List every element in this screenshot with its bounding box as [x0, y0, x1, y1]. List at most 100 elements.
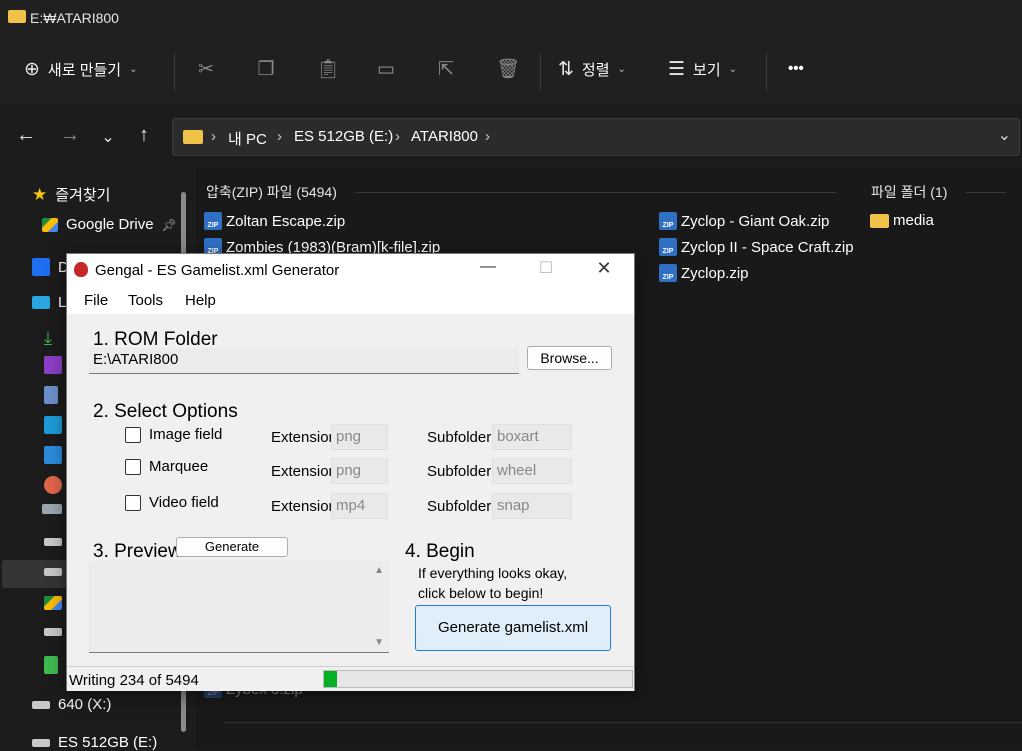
- folder-icon: [870, 213, 889, 228]
- folder-name: media: [893, 212, 934, 229]
- breadcrumb-item[interactable]: ES 512GB (E:): [294, 128, 393, 145]
- menu-file[interactable]: File: [84, 292, 108, 309]
- sidebar-item-label: 즐겨찾기: [55, 187, 111, 204]
- video-extension-input[interactable]: mp4: [331, 493, 388, 519]
- marquee-subfolder-input[interactable]: wheel: [492, 458, 572, 484]
- sidebar-item-label: 640 (X:): [58, 696, 112, 713]
- breadcrumb-chevron-icon: ›: [485, 128, 490, 145]
- forward-arrow-icon[interactable]: →: [58, 124, 82, 147]
- progress-bar: [323, 670, 633, 688]
- usb-drive-icon: [44, 656, 58, 674]
- status-bar: Writing 234 of 5494: [67, 666, 634, 691]
- copy-icon[interactable]: ❐: [256, 60, 276, 80]
- rename-icon[interactable]: ▭: [376, 60, 396, 80]
- documents-icon: [44, 386, 58, 404]
- file-name: Zyclop II - Space Craft.zip: [681, 238, 854, 256]
- generate-gamelist-button[interactable]: Generate gamelist.xml: [415, 605, 611, 651]
- drive-icon: [32, 700, 50, 709]
- checkbox-label: Video field: [149, 494, 219, 511]
- gengal-title-bar[interactable]: Gengal - ES Gamelist.xml Generator — ☐ ✕: [67, 254, 634, 286]
- sidebar-item-dropbox[interactable]: D: [32, 258, 69, 276]
- downloads-icon[interactable]: ⤓: [44, 328, 52, 349]
- close-icon[interactable]: ✕: [581, 258, 627, 279]
- checkbox-box[interactable]: [125, 458, 141, 475]
- up-arrow-icon[interactable]: ↑: [132, 124, 156, 147]
- checkbox-box[interactable]: [125, 426, 141, 443]
- options-heading: 2. Select Options: [93, 401, 238, 422]
- extension-label: Extension: [271, 498, 337, 515]
- breadcrumb-item[interactable]: ATARI800: [411, 128, 478, 145]
- pictures-icon: [44, 446, 62, 464]
- scroll-up-icon[interactable]: ▲: [374, 565, 384, 576]
- sidebar-item-drive-es[interactable]: ES 512GB (E:): [32, 734, 157, 751]
- gengal-menu-bar: File Tools Help: [67, 286, 634, 314]
- sidebar-item-google-drive[interactable]: Google Drive 📌︎: [42, 216, 177, 233]
- sidebar-item-desktop[interactable]: [44, 416, 62, 434]
- sidebar-item-drive[interactable]: [44, 628, 62, 636]
- file-item[interactable]: ZIP Zyclop.zip: [659, 264, 749, 282]
- folder-item[interactable]: media: [870, 212, 934, 229]
- preview-textbox[interactable]: ▲ ▼: [89, 561, 389, 653]
- share-icon[interactable]: ⇱: [436, 60, 456, 80]
- file-item[interactable]: ZIP Zoltan Escape.zip: [204, 212, 345, 230]
- explorer-title-bar: E:₩ATARI800: [0, 0, 1022, 38]
- breadcrumb-item[interactable]: 내 PC: [228, 128, 267, 149]
- generate-preview-button[interactable]: Generate: [176, 537, 288, 557]
- delete-icon[interactable]: 🗑︎: [496, 60, 520, 80]
- sidebar-item-google-drive-2[interactable]: [44, 596, 62, 610]
- checkbox-label: Marquee: [149, 458, 209, 475]
- checkbox-box[interactable]: [125, 494, 141, 511]
- begin-heading: 4. Begin: [405, 541, 475, 562]
- sidebar-item-documents[interactable]: [44, 386, 58, 404]
- cut-icon[interactable]: ✂: [196, 60, 216, 80]
- command-bar: ⊕ 새로 만들기 ⌄ ✂ ❐ 📋︎ ▭ ⇱ 🗑︎ ⇅ 정렬 ⌄ ☰ 보기 ⌄ •…: [0, 38, 1022, 105]
- folder-icon: [183, 130, 203, 144]
- zip-file-icon: ZIP: [204, 212, 222, 230]
- sidebar-item-music[interactable]: [44, 476, 62, 494]
- plus-circle-icon: ⊕: [24, 59, 40, 80]
- sidebar-item-favorites[interactable]: ★ 즐겨찾기: [32, 184, 110, 205]
- image-field-checkbox[interactable]: Image field: [125, 426, 222, 443]
- menu-help[interactable]: Help: [185, 292, 216, 309]
- sidebar-item-pictures[interactable]: [44, 446, 62, 464]
- group-header-zip[interactable]: 압축(ZIP) 파일 (5494): [206, 182, 337, 202]
- file-item[interactable]: ZIP Zyclop II - Space Craft.zip: [659, 238, 854, 256]
- video-subfolder-input[interactable]: snap: [492, 493, 572, 519]
- new-button[interactable]: ⊕ 새로 만들기 ⌄: [24, 58, 137, 81]
- sidebar-item-drive[interactable]: [42, 504, 62, 514]
- videos-icon: [44, 356, 62, 374]
- marquee-checkbox[interactable]: Marquee: [125, 458, 208, 475]
- sort-button[interactable]: ⇅ 정렬 ⌄: [558, 58, 626, 81]
- recent-chevron-icon[interactable]: ⌄: [96, 127, 120, 147]
- menu-tools[interactable]: Tools: [128, 292, 163, 309]
- rom-folder-input[interactable]: E:\ATARI800: [89, 348, 519, 374]
- sidebar-item-drive[interactable]: [44, 538, 62, 546]
- browse-button[interactable]: Browse...: [527, 346, 612, 370]
- window-title: E:₩ATARI800: [30, 10, 119, 26]
- video-field-checkbox[interactable]: Video field: [125, 494, 219, 511]
- file-item[interactable]: ZIP Zyclop - Giant Oak.zip: [659, 212, 829, 230]
- marquee-extension-input[interactable]: png: [331, 458, 388, 484]
- view-button[interactable]: ☰ 보기 ⌄: [668, 58, 737, 81]
- maximize-icon[interactable]: ☐: [523, 258, 569, 278]
- group-header-folder[interactable]: 파일 폴더 (1): [871, 182, 947, 202]
- file-name: Zyclop - Giant Oak.zip: [681, 212, 830, 230]
- sidebar-item-drive-640[interactable]: 640 (X:): [32, 696, 111, 713]
- view-list-icon: ☰: [668, 59, 686, 80]
- paste-icon[interactable]: 📋︎: [316, 60, 340, 80]
- minimize-icon[interactable]: —: [465, 258, 511, 276]
- sidebar-item-drive-selected[interactable]: [44, 568, 62, 576]
- more-options-button[interactable]: •••: [788, 60, 804, 77]
- image-subfolder-input[interactable]: boxart: [492, 424, 572, 450]
- sidebar-item-usb[interactable]: [44, 656, 58, 674]
- drive-icon: [44, 628, 62, 636]
- address-dropdown-icon[interactable]: ⌄: [998, 125, 1011, 145]
- scroll-down-icon[interactable]: ▼: [374, 637, 384, 648]
- field-value: png: [336, 462, 362, 479]
- image-extension-input[interactable]: png: [331, 424, 388, 450]
- back-arrow-icon[interactable]: ←: [14, 124, 38, 147]
- sidebar-item-videos[interactable]: [44, 356, 62, 374]
- sidebar-item-this-pc[interactable]: L: [32, 294, 66, 311]
- sort-button-label: 정렬: [581, 62, 610, 79]
- address-bar[interactable]: › 내 PC › ES 512GB (E:) › ATARI800 › ⌄: [172, 118, 1020, 156]
